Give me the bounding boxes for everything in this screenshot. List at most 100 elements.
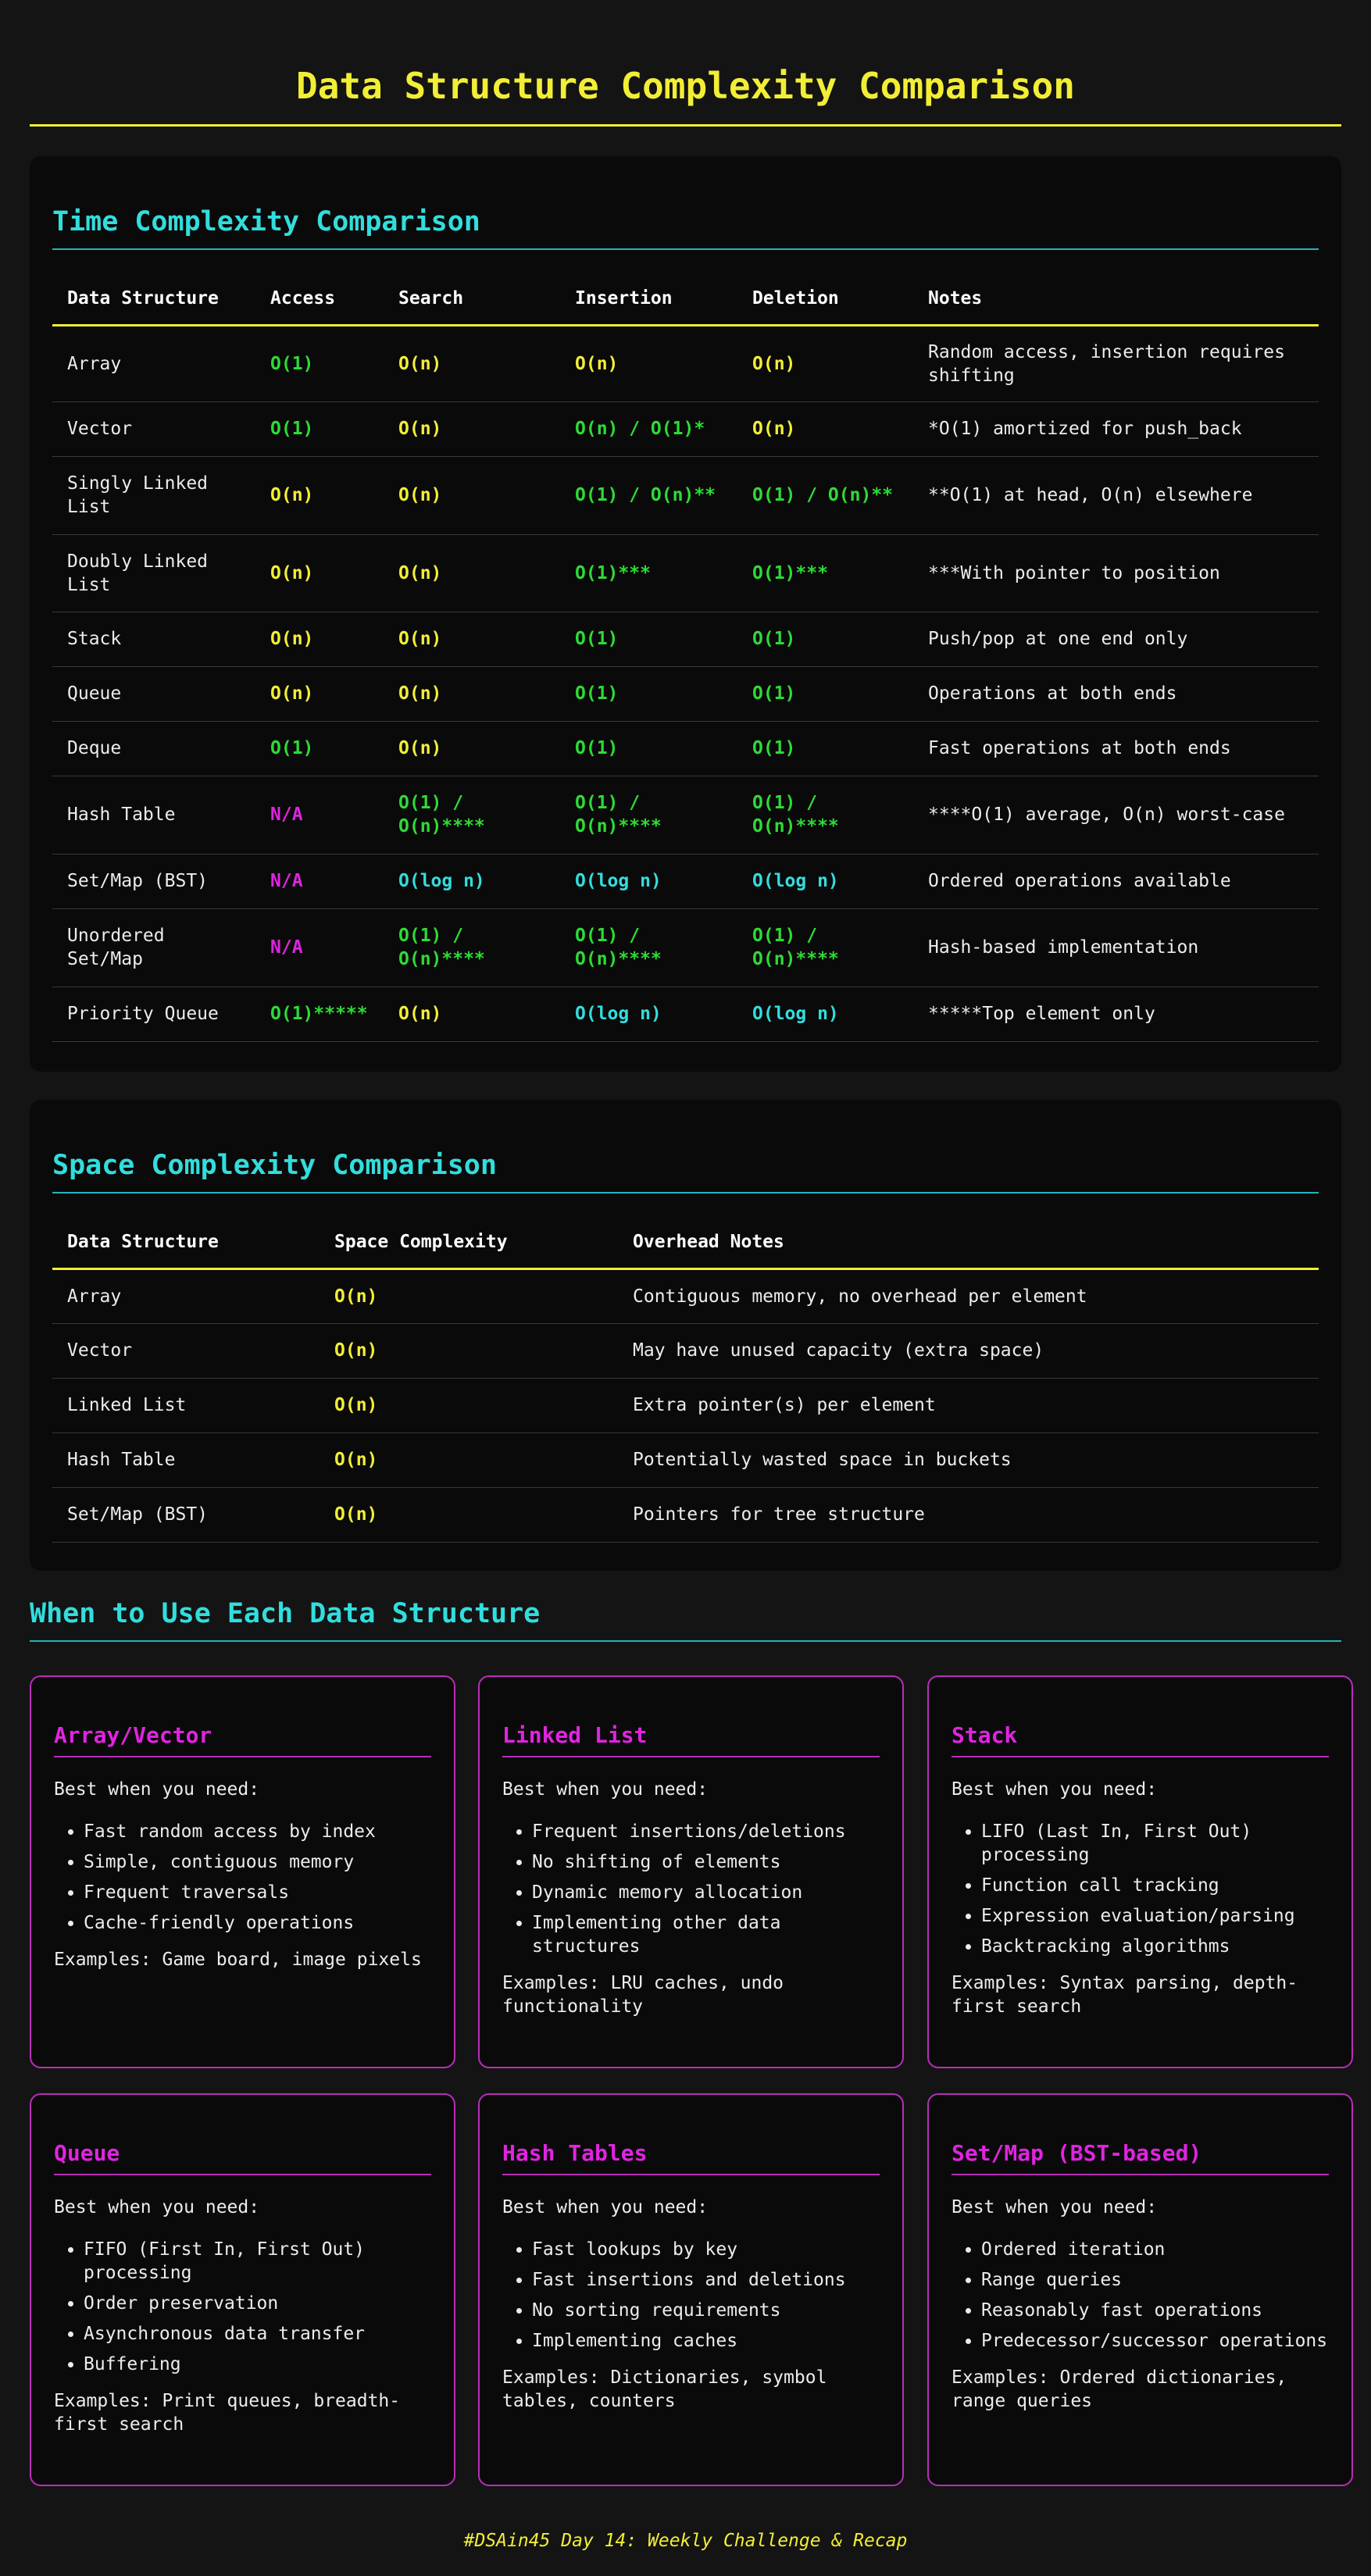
space-complexity-panel: Space Complexity Comparison Data Structu… [30,1100,1341,1571]
notes-value: Ordered operations available [913,854,1319,909]
structure-name: Linked List [52,1378,320,1433]
notes-value: *O(1) amortized for push_back [913,401,1319,457]
space-value: O(n) [320,1268,618,1324]
insertion-value: O(log n) [560,854,737,909]
usage-card-set-map: Set/Map (BST-based) Best when you need: … [927,2093,1353,2486]
list-item: Expression evaluation/parsing [981,1904,1329,1928]
card-list: Fast lookups by key Fast insertions and … [502,2238,880,2353]
card-examples: Examples: Game board, image pixels [54,1950,422,1970]
table-row: Set/Map (BST) N/A O(log n) O(log n) O(lo… [52,854,1319,909]
list-item: Dynamic memory allocation [532,1881,880,1904]
header-deletion: Deletion [737,273,913,326]
overhead-notes: Contiguous memory, no overhead per eleme… [618,1268,1319,1324]
page: Data Structure Complexity Comparison Tim… [0,0,1371,2576]
notes-value: ***With pointer to position [913,534,1319,612]
space-table-header: Data Structure Space Complexity Overhead… [52,1217,1319,1270]
structure-name: Hash Table [52,776,255,855]
header-insertion: Insertion [560,273,737,326]
list-item: Fast lookups by key [532,2238,880,2261]
notes-value: Random access, insertion requires shifti… [913,325,1319,402]
space-value: O(n) [320,1432,618,1488]
list-item: Fast insertions and deletions [532,2268,880,2292]
notes-value: Push/pop at one end only [913,612,1319,667]
list-item: Asynchronous data transfer [84,2322,431,2346]
space-value: O(n) [320,1487,618,1543]
search-value: O(log n) [384,854,560,909]
space-value: O(n) [320,1323,618,1379]
header-data-structure: Data Structure [52,273,255,326]
card-intro: Best when you need: [54,2197,260,2217]
insertion-value: O(1)*** [560,534,737,612]
space-complexity-table: Data Structure Space Complexity Overhead… [52,1217,1319,1543]
table-row: Deque O(1) O(n) O(1) O(1) Fast operation… [52,721,1319,776]
header-space-complexity: Space Complexity [320,1217,618,1270]
access-value: O(1) [255,721,384,776]
search-value: O(n) [384,456,560,535]
structure-name: Hash Table [52,1432,320,1488]
table-row: Array O(1) O(n) O(n) O(n) Random access,… [52,325,1319,402]
insertion-value: O(1) / O(n)**** [560,776,737,855]
card-examples: Examples: Dictionaries, symbol tables, c… [502,2367,827,2411]
card-intro: Best when you need: [502,2197,709,2217]
time-table-header: Data Structure Access Search Insertion D… [52,273,1319,326]
overhead-notes: Potentially wasted space in buckets [618,1432,1319,1488]
structure-name: Priority Queue [52,987,255,1042]
search-value: O(n) [384,721,560,776]
overhead-notes: Extra pointer(s) per element [618,1378,1319,1433]
search-value: O(n) [384,325,560,402]
notes-value: Operations at both ends [913,666,1319,722]
search-value: O(n) [384,401,560,457]
list-item: Fast random access by index [84,1820,431,1843]
insertion-value: O(n) / O(1)* [560,401,737,457]
header-overhead-notes: Overhead Notes [618,1217,1319,1270]
deletion-value: O(1)*** [737,534,913,612]
table-row: Singly Linked List O(n) O(n) O(1) / O(n)… [52,456,1319,535]
list-item: Function call tracking [981,1874,1329,1897]
structure-name: Set/Map (BST) [52,1487,320,1543]
notes-value: Hash-based implementation [913,908,1319,987]
deletion-value: O(log n) [737,854,913,909]
card-intro: Best when you need: [951,2197,1158,2217]
insertion-value: O(1) [560,721,737,776]
header-access: Access [255,273,384,326]
usage-card-array-vector: Array/Vector Best when you need: Fast ra… [30,1675,455,2068]
access-value: O(n) [255,666,384,722]
card-title: Queue [54,2140,431,2175]
table-row: Set/Map (BST) O(n) Pointers for tree str… [52,1487,1319,1543]
list-item: No sorting requirements [532,2299,880,2322]
access-value: N/A [255,908,384,987]
table-row: Stack O(n) O(n) O(1) O(1) Push/pop at on… [52,612,1319,667]
card-title: Linked List [502,1722,880,1757]
table-row: Array O(n) Contiguous memory, no overhea… [52,1268,1319,1324]
space-complexity-title: Space Complexity Comparison [52,1150,1319,1193]
overhead-notes: Pointers for tree structure [618,1487,1319,1543]
card-title: Stack [951,1722,1329,1757]
structure-name: Deque [52,721,255,776]
space-value: O(n) [320,1378,618,1433]
access-value: O(n) [255,456,384,535]
usage-card-stack: Stack Best when you need: LIFO (Last In,… [927,1675,1353,2068]
access-value: O(n) [255,534,384,612]
time-complexity-title: Time Complexity Comparison [52,206,1319,250]
search-value: O(n) [384,534,560,612]
structure-name: Set/Map (BST) [52,854,255,909]
deletion-value: O(1) / O(n)** [737,456,913,535]
table-row: Queue O(n) O(n) O(1) O(1) Operations at … [52,666,1319,722]
search-value: O(n) [384,612,560,667]
insertion-value: O(1) [560,666,737,722]
list-item: Implementing caches [532,2329,880,2353]
table-row: Vector O(n) May have unused capacity (ex… [52,1323,1319,1379]
search-value: O(n) [384,987,560,1042]
card-list: Ordered iteration Range queries Reasonab… [951,2238,1329,2353]
usage-card-hash-tables: Hash Tables Best when you need: Fast loo… [478,2093,904,2486]
card-title: Set/Map (BST-based) [951,2140,1329,2175]
usage-section-title: When to Use Each Data Structure [30,1598,1341,1642]
access-value: O(1) [255,401,384,457]
notes-value: ****O(1) average, O(n) worst-case [913,776,1319,855]
insertion-value: O(1) / O(n)** [560,456,737,535]
table-row: Unordered Set/Map N/A O(1) / O(n)**** O(… [52,908,1319,987]
list-item: Buffering [84,2353,431,2376]
list-item: No shifting of elements [532,1850,880,1874]
table-row: Hash Table N/A O(1) / O(n)**** O(1) / O(… [52,776,1319,855]
deletion-value: O(log n) [737,987,913,1042]
